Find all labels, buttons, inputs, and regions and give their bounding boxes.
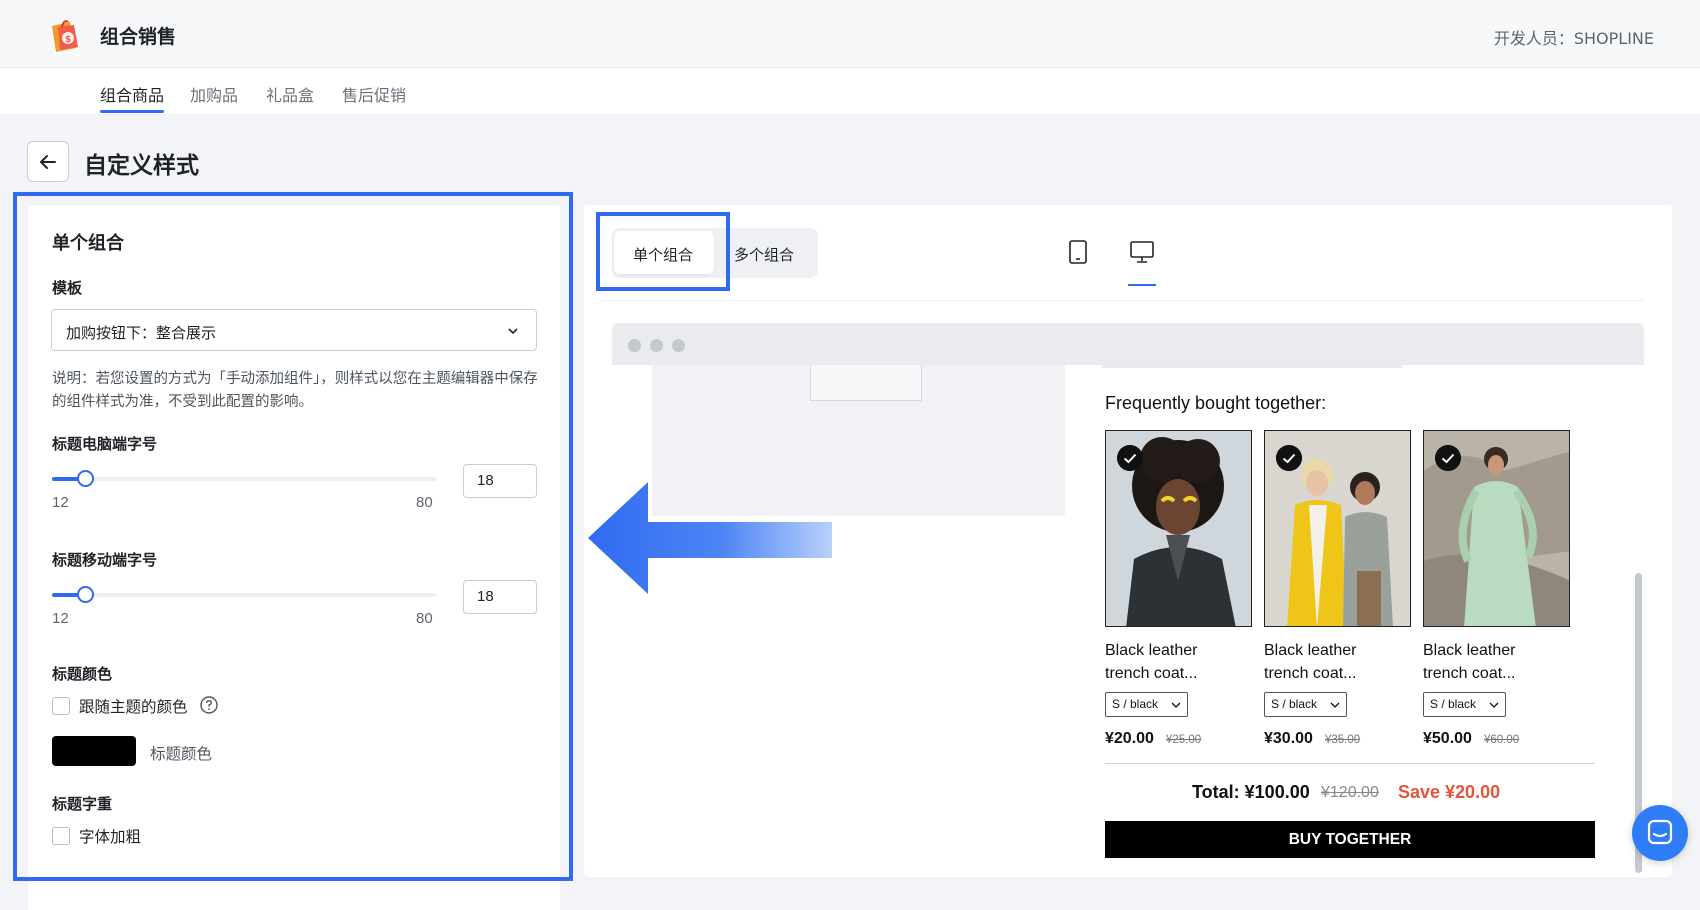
check-icon[interactable] bbox=[1276, 445, 1302, 471]
shopping-bag-logo-icon: $ bbox=[52, 20, 78, 52]
total-price: Total: ¥100.00 bbox=[1192, 782, 1310, 802]
active-device-indicator bbox=[1128, 284, 1156, 286]
product-name: Black leather trench coat... bbox=[1105, 642, 1198, 682]
product-image[interactable] bbox=[1264, 430, 1411, 627]
window-dot bbox=[628, 339, 641, 352]
chat-icon bbox=[1647, 819, 1673, 845]
back-button[interactable] bbox=[27, 141, 69, 182]
tab-add-on-products[interactable]: 加购品 bbox=[190, 82, 238, 106]
page-title: 自定义样式 bbox=[84, 153, 199, 179]
mobile-icon[interactable] bbox=[1068, 240, 1088, 264]
product-name: Black leather trench coat... bbox=[1423, 642, 1516, 682]
settings-highlight-box bbox=[13, 192, 573, 881]
original-price: ¥35.00 bbox=[1325, 734, 1361, 746]
arrow-left-icon bbox=[40, 154, 56, 169]
sale-price: ¥50.00 bbox=[1423, 730, 1472, 747]
window-dot bbox=[650, 339, 663, 352]
browser-bar bbox=[612, 323, 1644, 365]
tab-bundle-products[interactable]: 组合商品 bbox=[100, 82, 164, 106]
segment-highlight-box bbox=[596, 212, 730, 291]
chevron-down-icon bbox=[1171, 702, 1181, 708]
segment-multiple-bundles[interactable]: 多个组合 bbox=[734, 244, 794, 265]
nav-tabs: 组合商品 加购品 礼品盒 售后促销 bbox=[0, 68, 1700, 114]
chevron-down-icon bbox=[1330, 702, 1340, 708]
check-icon[interactable] bbox=[1117, 445, 1143, 471]
next-panel-edge bbox=[28, 887, 560, 910]
top-bar: $ 组合销售 开发人员：SHOPLINE bbox=[0, 0, 1700, 68]
variant-select[interactable]: S / black bbox=[1264, 692, 1347, 717]
original-price: ¥25.00 bbox=[1166, 734, 1202, 746]
save-amount: Save ¥20.00 bbox=[1398, 782, 1501, 802]
tab-post-purchase[interactable]: 售后促销 bbox=[342, 82, 406, 106]
tab-gift-box[interactable]: 礼品盒 bbox=[266, 82, 314, 106]
buy-together-button[interactable]: BUY TOGETHER bbox=[1105, 821, 1595, 858]
developer-info: 开发人员：SHOPLINE bbox=[1493, 29, 1654, 48]
app-title: 组合销售 bbox=[100, 26, 177, 48]
product-image[interactable] bbox=[1105, 430, 1252, 627]
active-tab-indicator bbox=[100, 110, 164, 113]
content-edge bbox=[1102, 365, 1402, 368]
product-name: Black leather trench coat... bbox=[1264, 642, 1357, 682]
desktop-icon[interactable] bbox=[1129, 240, 1155, 264]
arrow-left-annotation-icon bbox=[588, 482, 832, 594]
sale-price: ¥30.00 bbox=[1264, 730, 1313, 747]
chevron-down-icon bbox=[1489, 702, 1499, 708]
check-icon[interactable] bbox=[1435, 445, 1461, 471]
placeholder-shape bbox=[810, 365, 922, 401]
original-price: ¥60.00 bbox=[1484, 734, 1520, 746]
svg-text:$: $ bbox=[65, 35, 71, 45]
window-dot bbox=[672, 339, 685, 352]
preview-divider bbox=[600, 300, 1644, 301]
variant-select[interactable]: S / black bbox=[1105, 692, 1188, 717]
chat-support-button[interactable] bbox=[1632, 805, 1688, 861]
fbt-title: Frequently bought together: bbox=[1105, 393, 1327, 413]
product-image[interactable] bbox=[1423, 430, 1570, 627]
variant-select[interactable]: S / black bbox=[1423, 692, 1506, 717]
total-original-price: ¥120.00 bbox=[1321, 784, 1379, 801]
totals-divider bbox=[1105, 763, 1595, 764]
sale-price: ¥20.00 bbox=[1105, 730, 1154, 747]
browser-preview: Frequently bought together: Black leathe… bbox=[612, 323, 1644, 876]
